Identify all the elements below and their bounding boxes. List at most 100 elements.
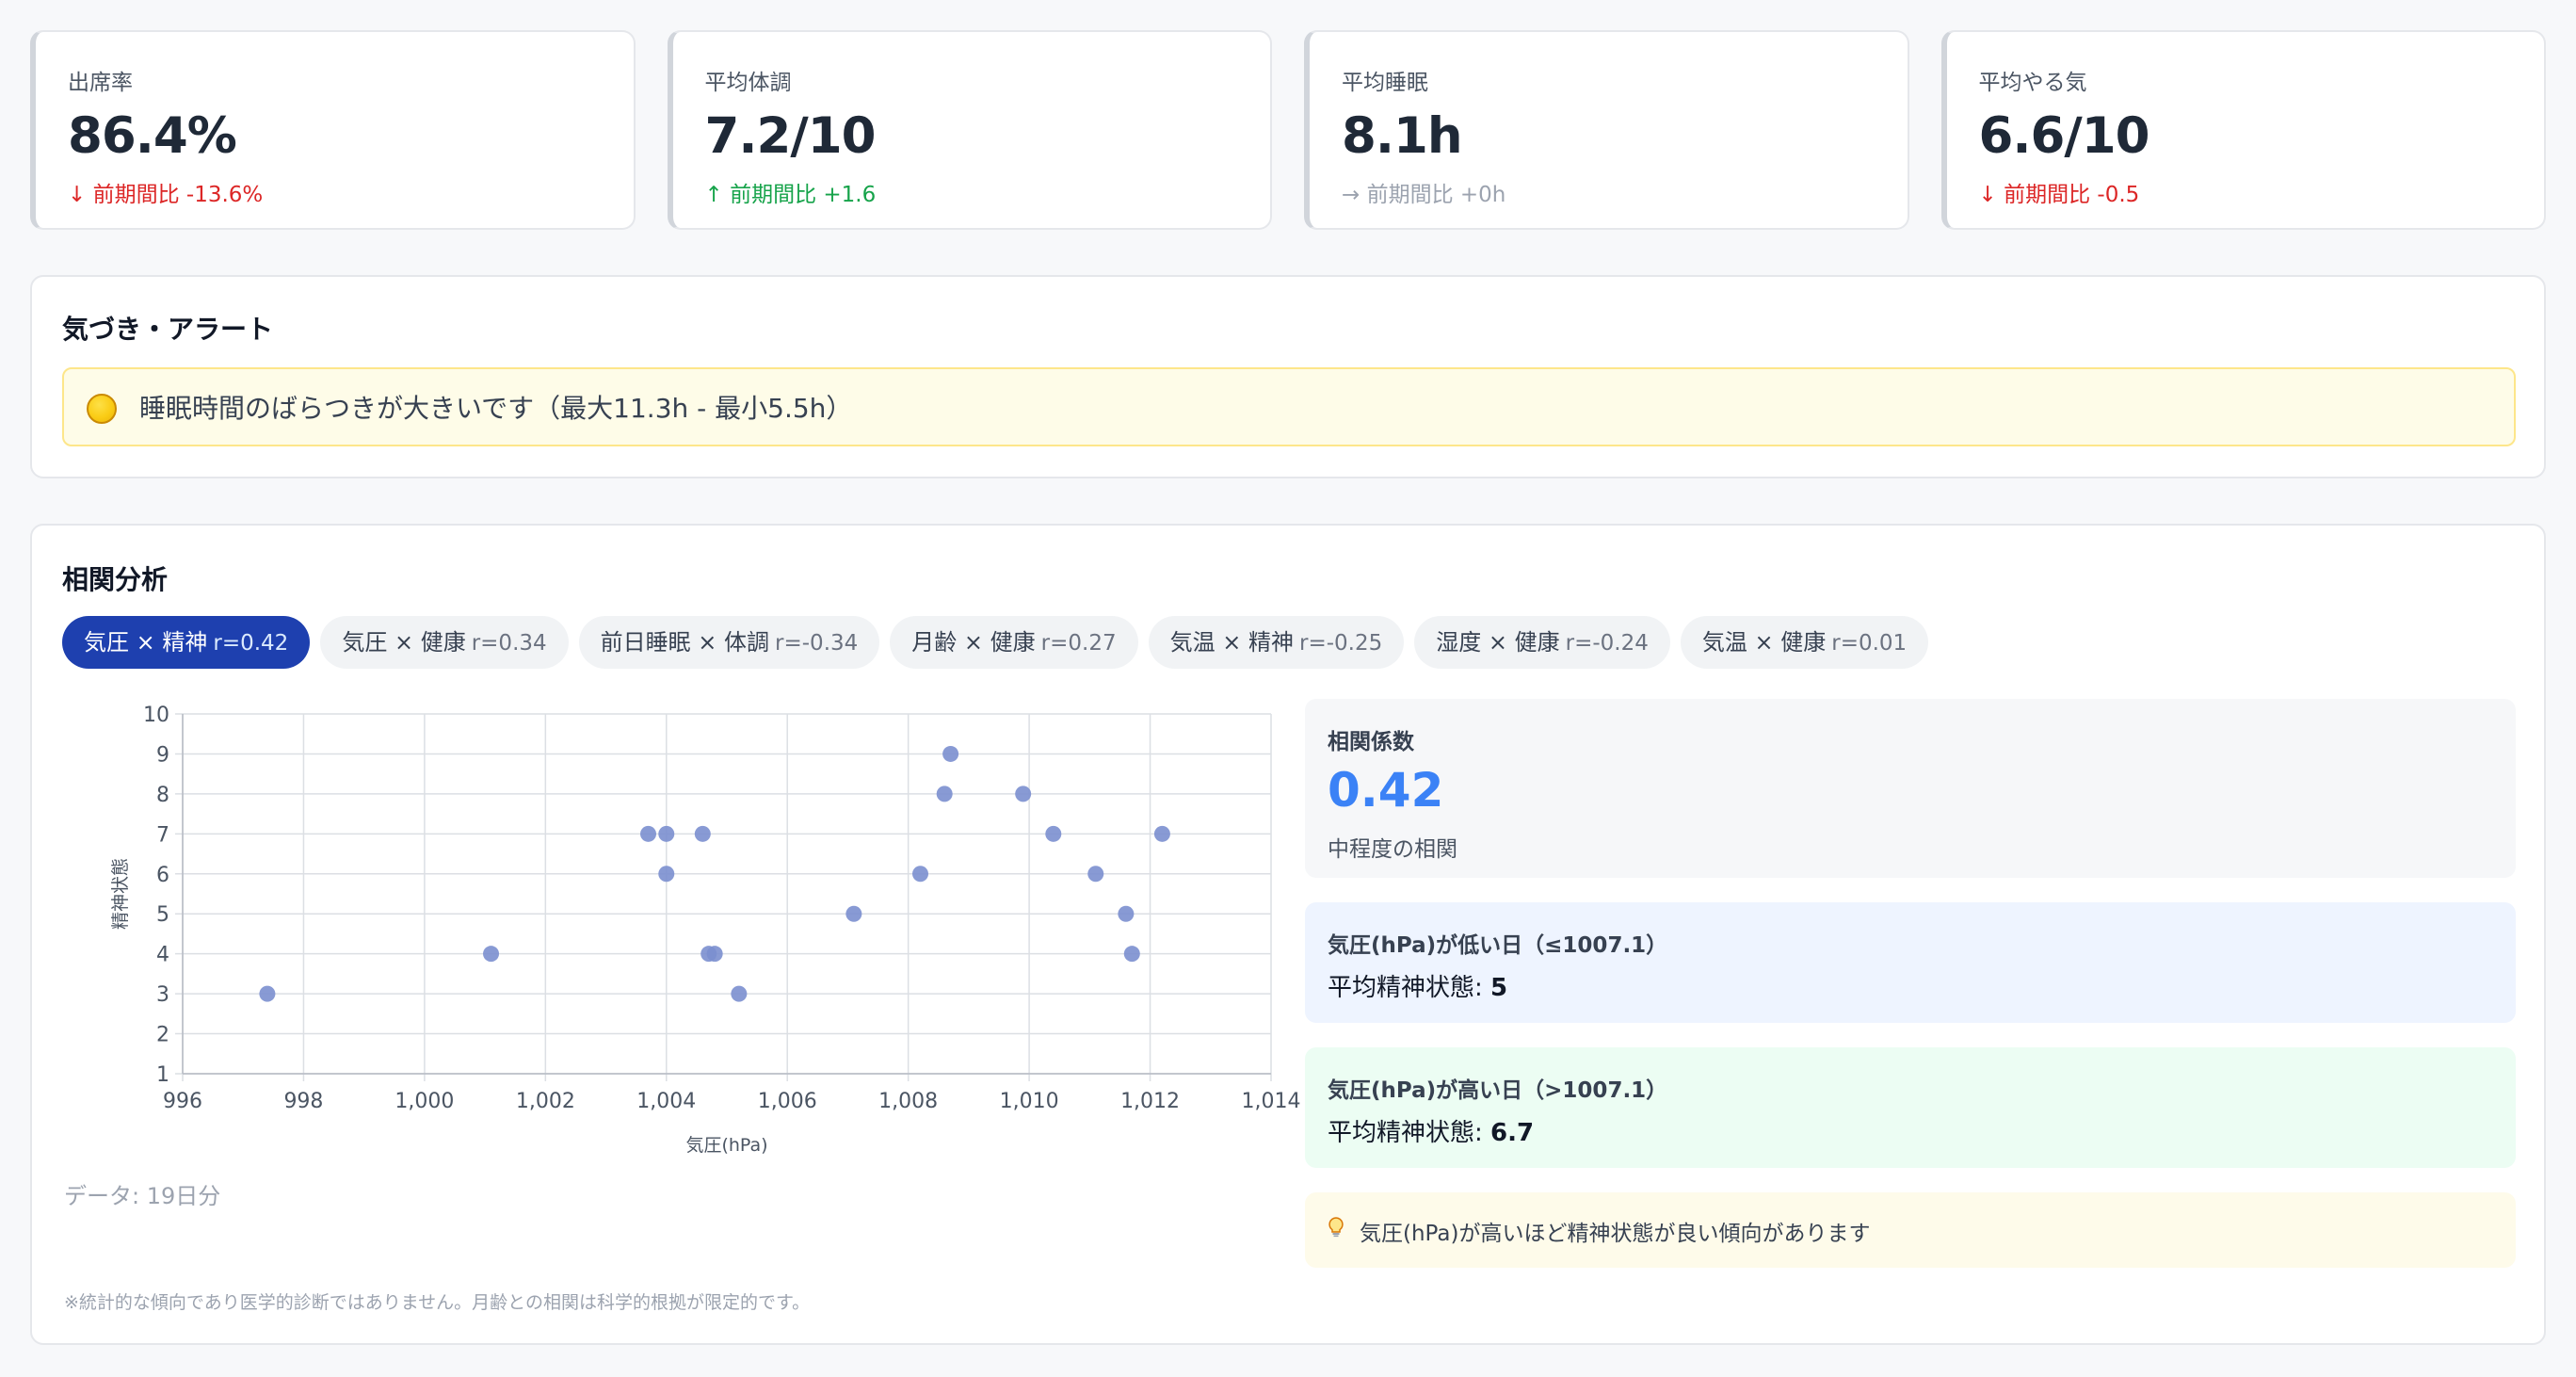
scatter-point [1123, 946, 1140, 963]
chip-r-value: r=0.01 [1831, 631, 1908, 656]
insight-tip: 気圧(hPa)が高いほど精神状態が良い傾向があります [1305, 1192, 2516, 1268]
chip-r-value: r=-0.34 [775, 631, 859, 656]
coefficient-value: 0.42 [1328, 763, 1444, 818]
kpi-value: 7.2/10 [704, 107, 877, 165]
kpi-label: 平均体調 [704, 71, 792, 95]
correlation-chip-list: 気圧 × 精神 r=0.42 気圧 × 健康 r=0.34 前日睡眠 × 体調 r=-… [62, 616, 1929, 669]
chip-label: 気温 × 精神 [1169, 629, 1294, 656]
tip-text: 気圧(hPa)が高いほど精神状態が良い傾向があります [1360, 1222, 1871, 1246]
x-tick-label: 996 [163, 1090, 202, 1113]
alert-item: 睡眠時間のばらつきが大きいです（最大11.3h - 最小5.5h） [62, 367, 2516, 446]
kpi-delta: ↓ 前期間比 -0.5 [1978, 183, 2140, 207]
scatter-point [936, 786, 953, 802]
scatter-point [845, 905, 862, 922]
scatter-point [259, 985, 276, 1002]
kpi-delta: ↑ 前期間比 +1.6 [704, 183, 877, 207]
chart-grid [175, 713, 1272, 1081]
chip-r-value: r=0.42 [213, 631, 289, 656]
scatter-point [912, 866, 929, 883]
kpi-label: 平均睡眠 [1342, 71, 1428, 95]
low-group-value: 5 [1490, 974, 1508, 1002]
scatter-point [1153, 825, 1170, 842]
scatter-point [694, 825, 711, 842]
y-tick-label: 3 [156, 983, 169, 1007]
high-group-title: 気圧(hPa)が高い日（>1007.1） [1328, 1078, 1668, 1103]
alerts-title: 気づき・アラート [62, 314, 274, 345]
chip-r-value: r=0.34 [471, 631, 547, 656]
chip-label: 月齢 × 健康 [911, 629, 1036, 656]
kpi-row: 出席率 86.4% ↓ 前期間比 -13.6% 平均体調 7.2/10 ↑ 前期… [30, 30, 2546, 230]
x-tick-label: 1,010 [1000, 1090, 1059, 1113]
kpi-card-motivation: 平均やる気 6.6/10 ↓ 前期間比 -0.5 [1940, 30, 2546, 230]
chip-moon-health[interactable]: 月齢 × 健康 r=0.27 [890, 616, 1138, 669]
kpi-label: 出席率 [68, 71, 133, 95]
y-tick-label: 9 [156, 743, 169, 767]
alert-text: 睡眠時間のばらつきが大きいです（最大11.3h - 最小5.5h） [139, 393, 853, 424]
kpi-value: 86.4% [68, 107, 237, 165]
chip-label: 気温 × 健康 [1701, 629, 1827, 656]
x-tick-label: 1,008 [878, 1090, 938, 1113]
scatter-chart: 996 998 1,000 1,002 1,004 1,006 1,008 1,010 1,01… [110, 704, 1301, 1156]
chip-r-value: r=0.27 [1040, 631, 1117, 656]
chip-label: 湿度 × 健康 [1436, 629, 1560, 656]
y-tick-label: 8 [156, 784, 169, 807]
chip-temp-health[interactable]: 気温 × 健康 r=0.01 [1680, 616, 1929, 669]
scatter-point [942, 745, 959, 762]
kpi-delta: ↓ 前期間比 -13.6% [68, 183, 264, 207]
scatter-point [658, 866, 675, 883]
correlation-panel: 相関分析 気圧 × 精神 r=0.42 気圧 × 健康 r=0.34 前日睡眠 × … [30, 524, 2546, 1345]
kpi-value: 6.6/10 [1978, 107, 2150, 165]
x-tick-label: 1,014 [1242, 1090, 1301, 1113]
chip-humidity-health[interactable]: 湿度 × 健康 r=-0.24 [1414, 616, 1670, 669]
chip-r-value: r=-0.24 [1565, 631, 1649, 656]
high-group-card: 気圧(hPa)が高い日（>1007.1） 平均精神状態: 6.7 [1305, 1047, 2516, 1168]
y-axis-label: 精神状態 [110, 858, 131, 930]
yellow-circle-icon [87, 394, 117, 424]
x-tick-label: 1,004 [636, 1090, 696, 1113]
scatter-point [640, 825, 657, 842]
disclaimer: ※統計的な傾向であり医学的診断ではありません。月齢との相関は科学的根拠が限定的で… [64, 1292, 811, 1313]
kpi-card-sleep: 平均睡眠 8.1h → 前期間比 +0h [1304, 30, 1909, 230]
chip-temp-mental[interactable]: 気温 × 精神 r=-0.25 [1148, 616, 1405, 669]
high-group-label: 平均精神状態: [1328, 1119, 1491, 1147]
x-tick-label: 1,006 [758, 1090, 817, 1113]
x-axis-label: 気圧(hPa) [685, 1135, 767, 1156]
data-count: データ: 19日分 [64, 1183, 221, 1209]
y-tick-label: 4 [156, 944, 169, 967]
chip-label: 気圧 × 健康 [342, 629, 466, 656]
scatter-point [1118, 905, 1135, 922]
x-tick-label: 1,002 [516, 1090, 575, 1113]
coefficient-description: 中程度の相関 [1328, 837, 1457, 862]
chip-pressure-health[interactable]: 気圧 × 健康 r=0.34 [320, 616, 569, 669]
scatter-point [1087, 866, 1104, 883]
low-group-label: 平均精神状態: [1328, 974, 1491, 1002]
kpi-card-attendance: 出席率 86.4% ↓ 前期間比 -13.6% [30, 30, 636, 230]
y-tick-label: 1 [156, 1063, 169, 1087]
chip-sleep-condition[interactable]: 前日睡眠 × 体調 r=-0.34 [578, 616, 880, 669]
x-tick-label: 998 [283, 1090, 323, 1113]
chip-pressure-mental[interactable]: 気圧 × 精神 r=0.42 [62, 616, 311, 669]
coefficient-title: 相関係数 [1328, 730, 1414, 754]
scatter-point [706, 946, 723, 963]
kpi-card-condition: 平均体調 7.2/10 ↑ 前期間比 +1.6 [667, 30, 1272, 230]
low-group-title: 気圧(hPa)が低い日（≤1007.1） [1328, 933, 1668, 958]
dashboard-page: 出席率 86.4% ↓ 前期間比 -13.6% 平均体調 7.2/10 ↑ 前期… [0, 0, 2576, 1377]
low-group-average: 平均精神状態: 5 [1328, 968, 1507, 1003]
y-tick-label: 6 [156, 864, 169, 887]
y-tick-label: 5 [156, 903, 169, 927]
high-group-average: 平均精神状態: 6.7 [1328, 1113, 1534, 1148]
correlation-title: 相関分析 [62, 564, 169, 595]
lightbulb-icon [1328, 1217, 1344, 1243]
y-tick-label: 2 [156, 1024, 169, 1047]
chip-label: 前日睡眠 × 体調 [600, 629, 770, 656]
scatter-point [658, 825, 675, 842]
coefficient-card: 相関係数 0.42 中程度の相関 [1305, 699, 2516, 878]
high-group-value: 6.7 [1490, 1119, 1535, 1147]
x-tick-label: 1,000 [394, 1090, 454, 1113]
kpi-label: 平均やる気 [1978, 71, 2087, 95]
chip-r-value: r=-0.25 [1298, 631, 1383, 656]
y-tick-label: 7 [156, 823, 169, 847]
chip-label: 気圧 × 精神 [84, 629, 208, 656]
scatter-point [1015, 786, 1032, 802]
scatter-point [1045, 825, 1062, 842]
